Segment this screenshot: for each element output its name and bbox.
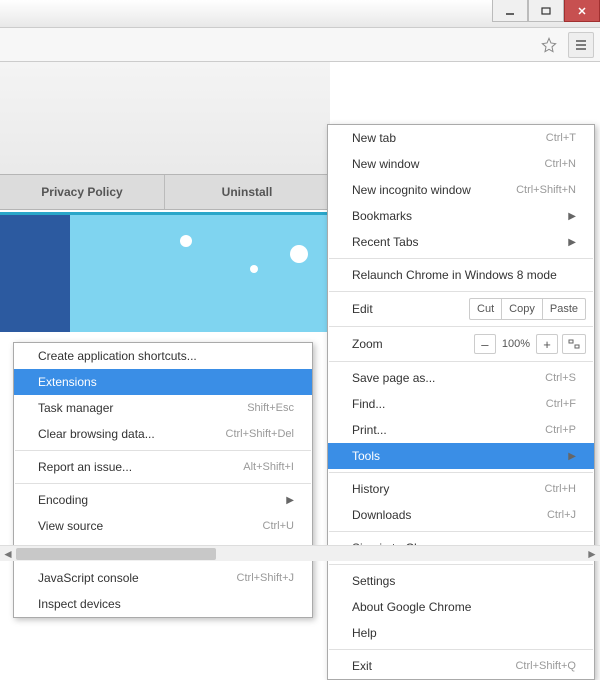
menu-item-bookmarks[interactable]: Bookmarks▶ — [328, 203, 594, 229]
tools-submenu: Create application shortcuts... Extensio… — [13, 342, 313, 618]
menu-separator — [329, 649, 593, 650]
hero-banner — [0, 212, 330, 332]
tab-uninstall[interactable]: Uninstall — [165, 175, 330, 209]
menu-separator — [15, 450, 311, 451]
menu-item-report-issue[interactable]: Report an issue...Alt+Shift+I — [14, 454, 312, 480]
menu-separator — [329, 291, 593, 292]
zoom-in-button[interactable]: + — [536, 334, 558, 354]
page-content: pc Privacy Policy Uninstall New tabCtrl+… — [0, 62, 600, 561]
scrollbar-track[interactable] — [16, 546, 584, 561]
menu-separator — [329, 564, 593, 565]
page-tabs: Privacy Policy Uninstall — [0, 174, 330, 210]
menu-separator — [329, 531, 593, 532]
menu-separator — [329, 472, 593, 473]
maximize-button[interactable] — [528, 0, 564, 22]
menu-item-task-manager[interactable]: Task managerShift+Esc — [14, 395, 312, 421]
menu-item-clear-browsing-data[interactable]: Clear browsing data...Ctrl+Shift+Del — [14, 421, 312, 447]
menu-item-exit[interactable]: ExitCtrl+Shift+Q — [328, 653, 594, 679]
horizontal-scrollbar[interactable]: ◄ ► — [0, 545, 600, 561]
scroll-left-icon[interactable]: ◄ — [0, 546, 16, 562]
menu-item-inspect-devices[interactable]: Inspect devices — [14, 591, 312, 617]
scrollbar-thumb[interactable] — [16, 548, 216, 560]
tab-privacy-policy[interactable]: Privacy Policy — [0, 175, 165, 209]
cut-button[interactable]: Cut — [470, 299, 502, 319]
menu-item-new-tab[interactable]: New tabCtrl+T — [328, 125, 594, 151]
chrome-main-menu: New tabCtrl+T New windowCtrl+N New incog… — [327, 124, 595, 680]
menu-item-js-console[interactable]: JavaScript consoleCtrl+Shift+J — [14, 565, 312, 591]
menu-item-zoom: Zoom – 100% + — [328, 330, 594, 358]
chevron-right-icon: ▶ — [568, 237, 576, 248]
menu-item-edit: Edit Cut Copy Paste — [328, 295, 594, 323]
menu-item-extensions[interactable]: Extensions — [14, 369, 312, 395]
chevron-right-icon: ▶ — [286, 495, 294, 506]
copy-button[interactable]: Copy — [502, 299, 543, 319]
menu-item-downloads[interactable]: DownloadsCtrl+J — [328, 502, 594, 528]
browser-toolbar — [0, 28, 600, 62]
menu-separator — [329, 361, 593, 362]
close-button[interactable] — [564, 0, 600, 22]
menu-item-save-page[interactable]: Save page as...Ctrl+S — [328, 365, 594, 391]
scroll-right-icon[interactable]: ► — [584, 546, 600, 562]
zoom-out-button[interactable]: – — [474, 334, 496, 354]
edit-buttons: Cut Copy Paste — [469, 298, 586, 320]
menu-item-create-shortcuts[interactable]: Create application shortcuts... — [14, 343, 312, 369]
chevron-right-icon: ▶ — [568, 211, 576, 222]
menu-item-settings[interactable]: Settings — [328, 568, 594, 594]
menu-separator — [15, 483, 311, 484]
menu-item-print[interactable]: Print...Ctrl+P — [328, 417, 594, 443]
menu-item-history[interactable]: HistoryCtrl+H — [328, 476, 594, 502]
menu-item-new-incognito[interactable]: New incognito windowCtrl+Shift+N — [328, 177, 594, 203]
zoom-value: 100% — [500, 338, 532, 350]
menu-separator — [329, 258, 593, 259]
menu-item-recent-tabs[interactable]: Recent Tabs▶ — [328, 229, 594, 255]
minimize-button[interactable] — [492, 0, 528, 22]
window-titlebar — [0, 0, 600, 28]
menu-item-tools[interactable]: Tools▶ — [328, 443, 594, 469]
menu-separator — [329, 326, 593, 327]
menu-item-new-window[interactable]: New windowCtrl+N — [328, 151, 594, 177]
menu-item-relaunch-win8[interactable]: Relaunch Chrome in Windows 8 mode — [328, 262, 594, 288]
menu-item-about[interactable]: About Google Chrome — [328, 594, 594, 620]
menu-item-encoding[interactable]: Encoding▶ — [14, 487, 312, 513]
chevron-right-icon: ▶ — [568, 451, 576, 462]
menu-item-find[interactable]: Find...Ctrl+F — [328, 391, 594, 417]
fullscreen-button[interactable] — [562, 334, 586, 354]
bookmark-star-icon[interactable] — [536, 32, 562, 58]
paste-button[interactable]: Paste — [543, 299, 585, 319]
menu-item-view-source[interactable]: View sourceCtrl+U — [14, 513, 312, 539]
menu-hamburger-icon[interactable] — [568, 32, 594, 58]
menu-item-help[interactable]: Help — [328, 620, 594, 646]
